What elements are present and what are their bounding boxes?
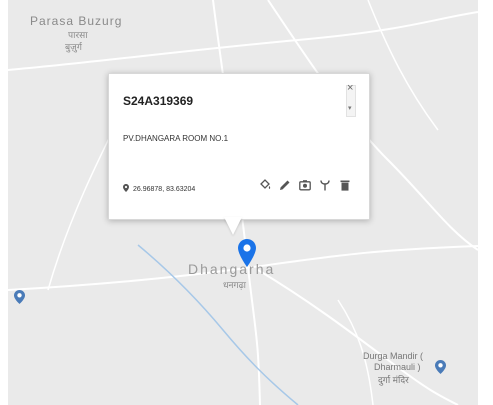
coordinates-text: 26.96878, 83.63204	[133, 185, 196, 193]
paint-bucket-icon[interactable]	[259, 178, 271, 192]
place-label-buzurg-hindi: बुज़ुर्ग	[65, 42, 82, 52]
poi-pin-icon[interactable]	[435, 360, 446, 379]
close-icon[interactable]: ×	[347, 82, 353, 94]
place-label-dhangarha-hindi: धनगढ़ा	[223, 280, 246, 290]
map-view[interactable]: Parasa Buzurg पारसा बुज़ुर्ग Dhangarha ध…	[0, 0, 493, 405]
poi-label-durga-mandir-hindi: दुर्गा मंदिर	[378, 375, 409, 385]
antenna-icon[interactable]	[319, 178, 331, 192]
pencil-icon[interactable]	[279, 178, 291, 192]
info-popup: S24A319369 × ▾ PV.DHANGARA ROOM NO.1 26.…	[108, 73, 370, 220]
place-label-parasa-buzurg: Parasa Buzurg	[30, 14, 123, 28]
popup-address: PV.DHANGARA ROOM NO.1	[123, 134, 229, 143]
poi-label-durga-mandir-1: Durga Mandir (	[363, 351, 424, 361]
chevron-down-icon[interactable]: ▾	[348, 104, 352, 112]
popup-title: S24A319369	[123, 94, 194, 108]
camera-icon[interactable]	[299, 178, 311, 192]
popup-pointer	[224, 217, 242, 235]
place-label-dhangarha: Dhangarha	[188, 261, 276, 277]
popup-coordinates: 26.96878, 83.63204	[123, 184, 195, 194]
location-pin-icon	[123, 184, 129, 194]
map-pin-icon[interactable]	[238, 239, 256, 272]
popup-actions	[259, 178, 351, 192]
poi-pin-icon[interactable]	[14, 290, 25, 309]
place-label-parasa-hindi: पारसा	[68, 30, 88, 40]
trash-icon[interactable]	[339, 178, 351, 192]
poi-label-durga-mandir-2: Dharmauli )	[374, 362, 421, 372]
